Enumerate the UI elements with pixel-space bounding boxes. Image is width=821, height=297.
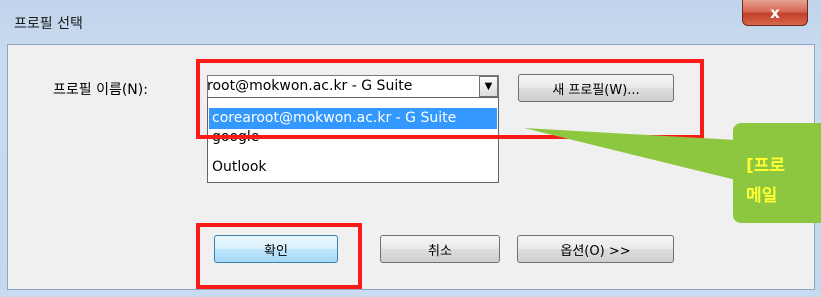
callout-line-1: [프로 [746, 156, 786, 176]
window-bottom-edge [0, 290, 821, 297]
callout-box: [프로 메일 [733, 123, 821, 223]
cancel-button[interactable]: 취소 [380, 235, 500, 263]
window-title: 프로필 선택 [14, 16, 83, 32]
close-icon: x [770, 3, 780, 22]
callout-pointer [524, 128, 736, 180]
highlight-ok-button [196, 223, 362, 289]
dropdown-option-outlook[interactable]: Outlook [209, 157, 497, 177]
title-bar: 프로필 선택 x [0, 0, 821, 46]
window-frame: 프로필 선택 x 프로필 이름(N): root@mokwon.ac.kr - … [0, 0, 821, 297]
profile-name-label: 프로필 이름(N): [53, 82, 148, 98]
close-button[interactable]: x [742, 0, 808, 26]
options-button[interactable]: 옵션(O) >> [517, 235, 674, 263]
callout-line-2: 메일 [746, 186, 778, 206]
callout-pointer-shape [524, 128, 736, 180]
